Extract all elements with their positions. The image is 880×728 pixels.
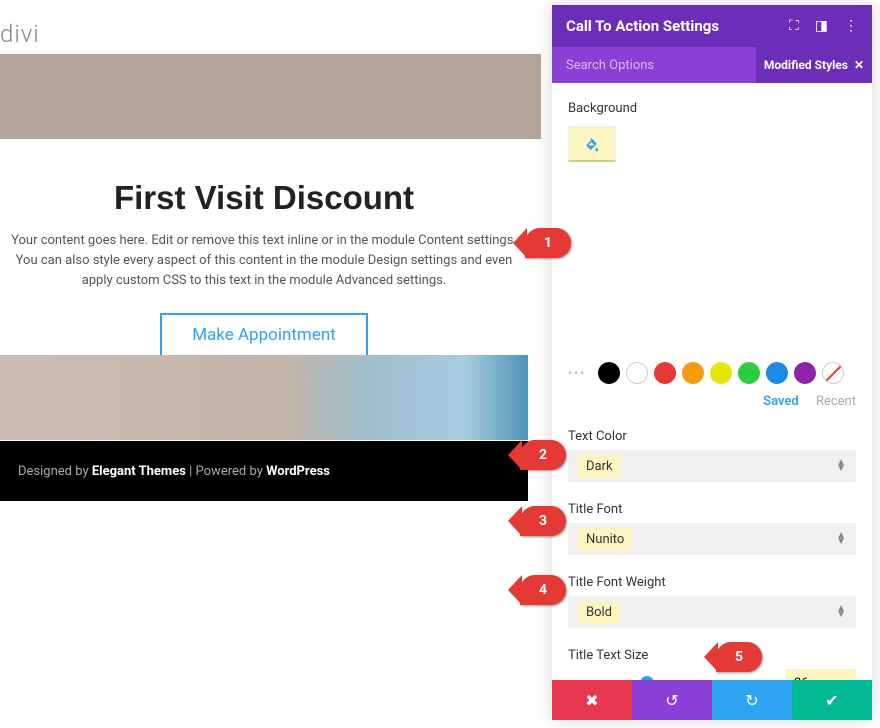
cta-module: First Visit Discount Your content goes h… [0,139,528,357]
menu-icon[interactable]: ⋮ [844,18,858,34]
cta-title[interactable]: First Visit Discount [10,179,518,217]
text-color-value: Dark [578,455,621,478]
undo-button[interactable]: ↺ [632,680,712,720]
close-icon[interactable]: ✕ [854,58,864,72]
chevron-icon: ▲▼ [836,606,846,618]
footer-prefix: Designed by [18,464,92,479]
expand-icon[interactable]: ⛶ [789,18,799,34]
panel-title: Call To Action Settings [566,17,719,35]
save-button[interactable]: ✔ [792,680,872,720]
close-icon: ✖ [585,691,598,710]
color-swatch-white[interactable] [626,362,648,384]
panel-header: Call To Action Settings ⛶ ◨ ⋮ [552,5,872,47]
annotation-pin-2: 2 [520,440,566,470]
text-color-label: Text Color [568,429,856,444]
redo-icon: ↻ [745,691,758,710]
color-swatch-yellow[interactable] [710,362,732,384]
chevron-icon: ▲▼ [836,533,846,545]
cta-description[interactable]: Your content goes here. Edit or remove t… [10,231,518,291]
color-swatch-green[interactable] [738,362,760,384]
text-color-select[interactable]: Dark ▲▼ [568,450,856,482]
modified-styles-tag[interactable]: Modified Styles ✕ [756,47,872,83]
chevron-icon: ▲▼ [836,460,846,472]
footer-mid: | Powered by [186,464,266,479]
background-label: Background [568,101,856,116]
title-font-select[interactable]: Nunito ▲▼ [568,523,856,555]
panel-subheader: Search Options Modified Styles ✕ [552,47,872,83]
color-swatch-black[interactable] [598,362,620,384]
annotation-pin-4: 4 [520,575,566,605]
redo-button[interactable]: ↻ [712,680,792,720]
check-icon: ✔ [825,691,838,710]
slider-thumb[interactable] [640,676,654,680]
color-swatch-orange[interactable] [682,362,704,384]
recent-tab[interactable]: Recent [816,394,856,409]
paint-bucket-icon [584,136,600,152]
color-swatch-row: ••• [568,362,856,384]
footer: Designed by Elegant Themes | Powered by … [0,441,528,501]
dock-icon[interactable]: ◨ [815,18,828,34]
settings-panel: Call To Action Settings ⛶ ◨ ⋮ Search Opt… [552,5,872,720]
cancel-button[interactable]: ✖ [552,680,632,720]
title-weight-value: Bold [578,601,620,624]
logo: divi [0,20,40,48]
make-appointment-button[interactable]: Make Appointment [160,313,368,357]
hero-bottom-image [0,355,528,440]
color-swatch-blue[interactable] [766,362,788,384]
more-icon[interactable]: ••• [568,366,586,380]
footer-brand[interactable]: Elegant Themes [92,464,186,479]
color-swatch-none[interactable] [822,362,844,384]
title-font-label: Title Font [568,502,856,517]
search-input[interactable]: Search Options [566,58,654,73]
footer-platform[interactable]: WordPress [266,464,330,479]
background-color-swatch[interactable] [568,126,616,162]
annotation-pin-5: 5 [716,642,762,672]
title-weight-label: Title Font Weight [568,575,856,590]
color-swatch-purple[interactable] [794,362,816,384]
title-font-value: Nunito [578,528,632,551]
title-weight-select[interactable]: Bold ▲▼ [568,596,856,628]
annotation-pin-3: 3 [520,506,566,536]
annotation-pin-1: 1 [525,228,571,258]
hero-top-image [0,54,541,139]
color-swatch-red[interactable] [654,362,676,384]
tag-label: Modified Styles [764,58,848,72]
panel-actions: ✖ ↺ ↻ ✔ [552,680,872,720]
saved-tab[interactable]: Saved [763,394,799,409]
title-size-input[interactable]: 36px [786,669,856,680]
undo-icon: ↺ [665,691,678,710]
